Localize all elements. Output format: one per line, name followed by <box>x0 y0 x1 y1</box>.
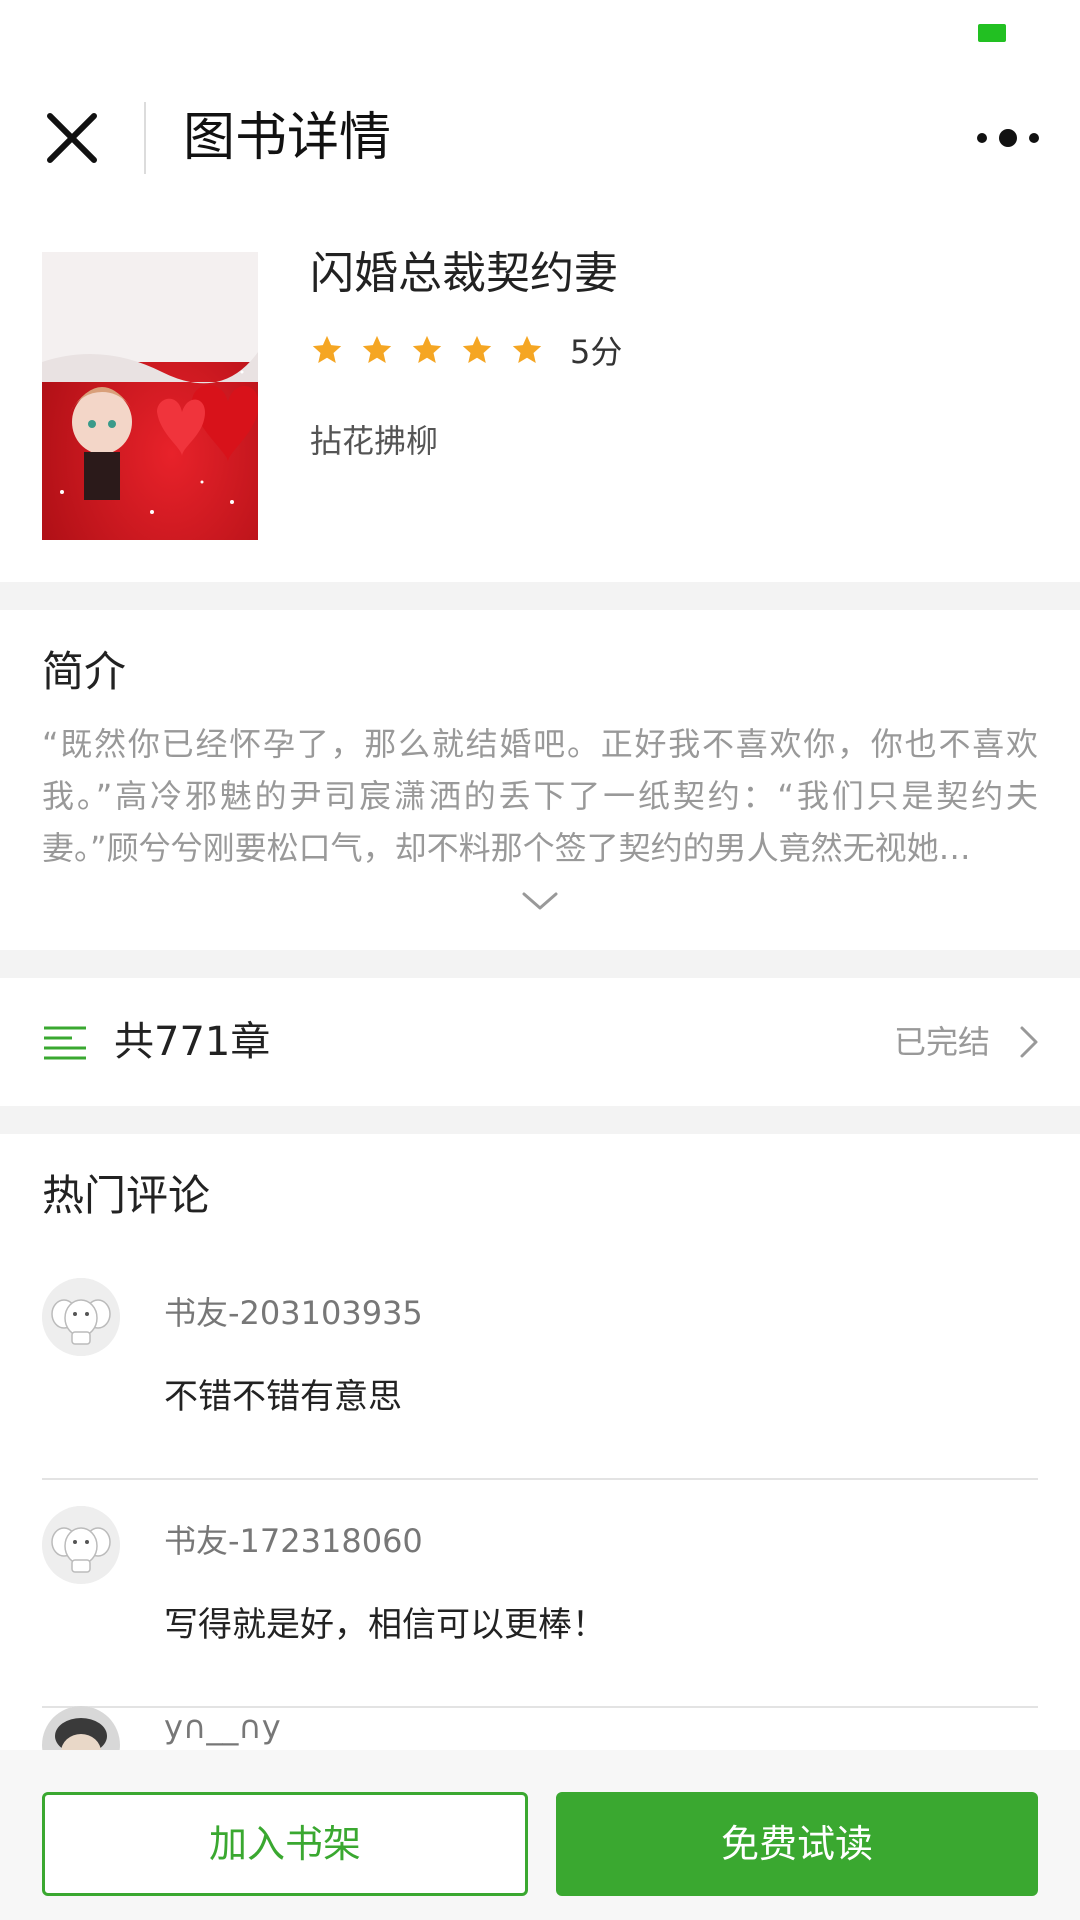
comment-text: 写得就是好，相信可以更棒！ <box>164 1605 606 1645</box>
star-icon <box>360 333 394 367</box>
user-avatar[interactable] <box>42 1706 120 1750</box>
rating-stars <box>310 333 560 367</box>
battery-icon <box>978 24 1006 42</box>
status-bar <box>0 0 1080 70</box>
more-button[interactable] <box>970 106 1066 170</box>
free-read-button[interactable]: 免费试读 <box>556 1792 1038 1896</box>
add-to-shelf-button[interactable]: 加入书架 <box>42 1792 528 1896</box>
comments-title: 热门评论 <box>42 1171 211 1220</box>
book-rating: 5分 <box>310 322 622 378</box>
star-icon <box>510 333 544 367</box>
comment-item: 书友-203103935 不错不错有意思 <box>0 1252 1080 1480</box>
book-detail-page: 图书详情 闪婚总裁契约妻 5分 拈花拂柳 简介 “既然你已经怀孕了，那么就结婚吧… <box>0 0 1080 1920</box>
chapter-list-row[interactable]: 共771章 已完结 <box>0 978 1080 1106</box>
star-icon <box>410 333 444 367</box>
section-gap <box>0 582 1080 610</box>
book-title: 闪婚总裁契约妻 <box>310 248 618 299</box>
user-avatar[interactable] <box>42 1278 120 1356</box>
rating-text: 5分 <box>570 333 623 371</box>
user-avatar[interactable] <box>42 1506 120 1584</box>
expand-button[interactable] <box>516 882 564 922</box>
book-cover-image <box>42 252 258 540</box>
book-author[interactable]: 拈花拂柳 <box>310 416 438 466</box>
star-icon <box>310 333 344 367</box>
comment-user: 书友-203103935 <box>164 1294 423 1332</box>
elephant-avatar-icon <box>42 1278 120 1356</box>
page-title: 图书详情 <box>183 108 392 168</box>
star-icon <box>460 333 494 367</box>
user-avatar-icon <box>42 1706 120 1750</box>
list-icon <box>42 1024 88 1060</box>
header: 图书详情 <box>0 70 1080 210</box>
comment-item: y∩__∩y <box>0 1706 1080 1750</box>
intro-text: “既然你已经怀孕了，那么就结婚吧。正好我不喜欢你，你也不喜欢我。”高冷邪魅的尹司… <box>42 725 1038 867</box>
elephant-avatar-icon <box>42 1506 120 1584</box>
more-icon <box>977 129 1039 147</box>
chevron-down-icon <box>522 892 558 910</box>
comment-user: 书友-172318060 <box>164 1522 423 1560</box>
intro-title: 简介 <box>42 647 127 696</box>
comment-text: 不错不错有意思 <box>164 1377 402 1417</box>
chevron-right-icon <box>1014 1022 1042 1062</box>
chapter-status: 已完结 <box>894 1023 991 1061</box>
close-button[interactable] <box>40 106 104 170</box>
section-gap <box>0 1106 1080 1134</box>
intro-section: 简介 “既然你已经怀孕了，那么就结婚吧。正好我不喜欢你，你也不喜欢我。”高冷邪魅… <box>0 610 1080 950</box>
book-cover[interactable] <box>42 252 258 540</box>
close-icon <box>47 113 97 163</box>
header-divider <box>144 102 146 174</box>
comment-user: y∩__∩y <box>164 1708 281 1746</box>
chapter-count: 共771章 <box>114 1019 271 1065</box>
section-gap <box>0 950 1080 978</box>
comments-section: 热门评论 书友-203103935 不错不错有意思 书友-172318060 写… <box>0 1134 1080 1750</box>
book-info: 闪婚总裁契约妻 5分 拈花拂柳 <box>0 210 1080 582</box>
comment-item: 书友-172318060 写得就是好，相信可以更棒！ <box>0 1480 1080 1708</box>
bottom-action-bar: 加入书架 免费试读 <box>0 1750 1080 1920</box>
